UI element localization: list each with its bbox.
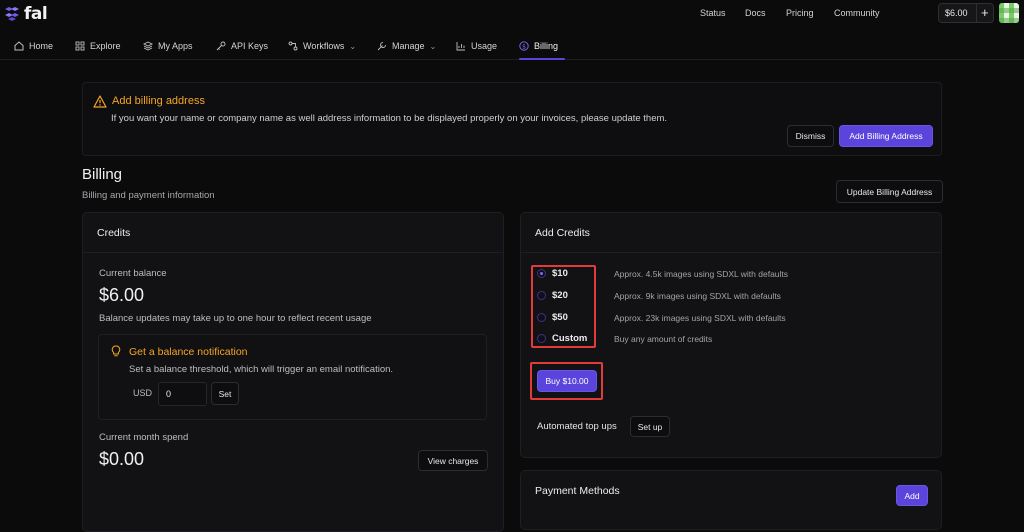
add-credits-plus-button[interactable]: + — [975, 4, 993, 22]
options-highlight-box — [531, 265, 596, 348]
banner-text: If you want your name or company name as… — [111, 113, 668, 124]
chevron-down-icon: ⌄ — [429, 41, 437, 51]
avatar[interactable] — [999, 3, 1019, 23]
nav-workflows[interactable]: Workflows ⌄ — [288, 41, 356, 51]
add-billing-address-button[interactable]: Add Billing Address — [839, 125, 933, 147]
month-spend-label: Current month spend — [99, 432, 189, 443]
nav-manage[interactable]: Manage ⌄ — [377, 41, 436, 51]
automated-top-ups-label: Automated top ups — [537, 421, 617, 432]
status-link[interactable]: Status — [700, 8, 726, 18]
nav-my-apps[interactable]: My Apps — [143, 41, 193, 51]
logo-text: fal — [24, 4, 48, 24]
set-threshold-button[interactable]: Set — [211, 382, 239, 405]
nav-explore[interactable]: Explore — [75, 41, 121, 51]
nav-label: Home — [29, 41, 54, 51]
currency-label: USD — [133, 388, 153, 398]
nav-usage[interactable]: Usage — [456, 41, 497, 51]
option-custom-desc: Buy any amount of credits — [614, 334, 713, 344]
warning-icon — [93, 95, 107, 108]
page-subtitle: Billing and payment information — [82, 190, 215, 201]
payment-methods-title: Payment Methods — [535, 485, 620, 497]
nav-home[interactable]: Home — [14, 41, 53, 51]
nav-label: Manage — [392, 41, 425, 51]
add-credits-card-header: Add Credits — [521, 213, 941, 253]
page-title: Billing — [82, 166, 123, 183]
grid-icon — [75, 41, 85, 51]
balance-pill[interactable]: $6.00 + — [938, 3, 994, 23]
active-tab-indicator — [519, 58, 565, 60]
chart-icon — [456, 42, 465, 51]
add-payment-method-button[interactable]: Add — [896, 485, 928, 506]
nav-label: API Keys — [231, 41, 269, 51]
nav-api-keys[interactable]: API Keys — [216, 41, 268, 51]
dollar-icon: $ — [519, 41, 529, 51]
fal-logo-icon — [5, 7, 19, 21]
current-balance-label: Current balance — [99, 268, 167, 279]
docs-link[interactable]: Docs — [745, 8, 766, 18]
add-credits-title: Add Credits — [535, 227, 590, 239]
logo[interactable]: fal — [4, 4, 48, 24]
option-50-desc: Approx. 23k images using SDXL with defau… — [614, 313, 786, 323]
credits-card-header: Credits — [83, 213, 503, 253]
svg-text:$: $ — [522, 43, 526, 50]
notification-title: Get a balance notification — [129, 346, 248, 358]
dismiss-button[interactable]: Dismiss — [787, 125, 834, 147]
current-balance-value: $6.00 — [99, 285, 145, 305]
nav-label: Usage — [471, 41, 498, 51]
set-up-top-ups-button[interactable]: Set up — [630, 416, 670, 437]
notification-text: Set a balance threshold, which will trig… — [129, 364, 394, 375]
buy-highlight-box — [530, 362, 603, 400]
option-20-desc: Approx. 9k images using SDXL with defaul… — [614, 291, 781, 301]
home-icon — [14, 41, 24, 51]
update-billing-address-button[interactable]: Update Billing Address — [836, 180, 943, 203]
key-icon — [216, 41, 226, 51]
view-charges-button[interactable]: View charges — [418, 450, 488, 471]
topbar-balance: $6.00 — [945, 8, 968, 18]
nav-label: Workflows — [303, 41, 345, 51]
nav-label: Explore — [90, 41, 121, 51]
chevron-down-icon: ⌄ — [349, 41, 357, 51]
wrench-icon — [377, 42, 386, 51]
pricing-link[interactable]: Pricing — [786, 8, 814, 18]
threshold-input[interactable]: 0 — [158, 382, 207, 406]
lightbulb-icon — [111, 345, 121, 357]
option-10-desc: Approx. 4.5k images using SDXL with defa… — [614, 269, 789, 279]
nav-billing[interactable]: $ Billing — [519, 41, 558, 51]
workflow-icon — [288, 41, 298, 51]
community-link[interactable]: Community — [834, 8, 880, 18]
banner-title: Add billing address — [112, 95, 205, 107]
nav-label: Billing — [534, 41, 559, 51]
nav-label: My Apps — [158, 41, 193, 51]
layers-icon — [143, 41, 153, 51]
payment-methods-card: Payment Methods — [520, 470, 942, 530]
balance-note: Balance updates may take up to one hour … — [99, 313, 372, 324]
main-nav: Home Explore My Apps API Keys Workflows … — [0, 34, 1024, 60]
credits-title: Credits — [97, 227, 131, 239]
month-spend-value: $0.00 — [99, 449, 145, 469]
